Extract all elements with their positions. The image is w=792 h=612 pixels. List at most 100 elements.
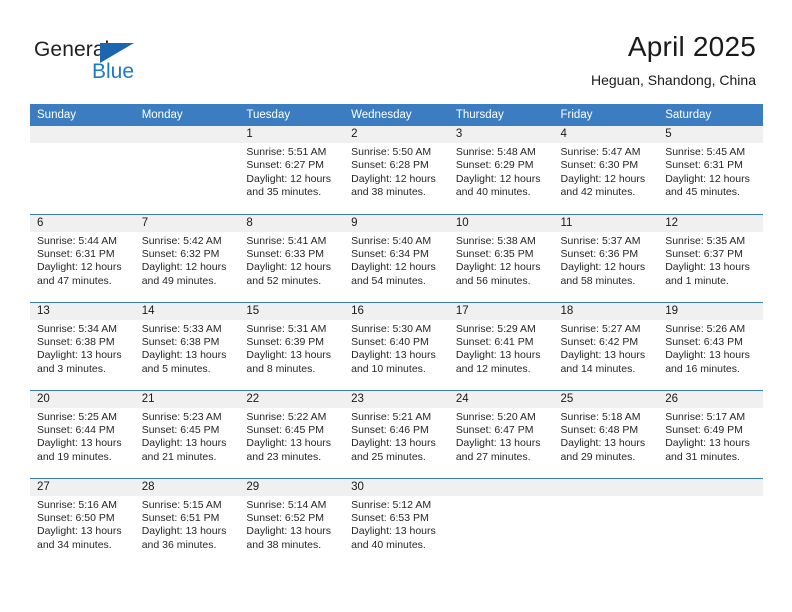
calendar-day-cell[interactable]: 26 Sunrise: 5:17 AM Sunset: 6:49 PM Dayligh… [658, 389, 763, 478]
daylight-text-line2: and 21 minutes. [141, 450, 217, 463]
day-number: 1 [239, 126, 345, 143]
day-number: 3 [448, 126, 554, 143]
day-details: Sunrise: 5:12 AM Sunset: 6:53 PM Daylight:… [344, 496, 449, 553]
calendar-day-cell[interactable]: 14 Sunrise: 5:33 AM Sunset: 6:38 PM Dayligh… [134, 301, 240, 390]
day-details: Sunrise: 5:40 AM Sunset: 6:34 PM Daylight:… [344, 232, 449, 289]
sunset-text: Sunset: 6:53 PM [351, 511, 429, 524]
daylight-text-line1: Daylight: 13 hours [455, 349, 541, 362]
daylight-text-line1: Daylight: 13 hours [246, 437, 332, 450]
calendar-day-cell[interactable]: 7 Sunrise: 5:42 AM Sunset: 6:32 PM Daylight… [134, 213, 240, 302]
day-number: 15 [239, 302, 345, 320]
weekday-header-friday: Friday [553, 104, 659, 126]
day-details: Sunrise: 5:26 AM Sunset: 6:43 PM Daylight:… [658, 320, 763, 377]
day-number: 8 [239, 214, 345, 232]
day-details: Sunrise: 5:45 AM Sunset: 6:31 PM Daylight:… [658, 143, 763, 200]
calendar-day-cell[interactable]: 18 Sunrise: 5:27 AM Sunset: 6:42 PM Dayligh… [553, 301, 659, 390]
sunset-text: Sunset: 6:28 PM [351, 159, 429, 172]
calendar-day-cell[interactable]: 23 Sunrise: 5:21 AM Sunset: 6:46 PM Dayligh… [344, 389, 449, 478]
sunrise-text: Sunrise: 5:27 AM [560, 322, 641, 335]
sunset-text: Sunset: 6:35 PM [455, 247, 534, 260]
daylight-text-line2: and 40 minutes. [455, 186, 531, 199]
sunset-text: Sunset: 6:44 PM [37, 423, 115, 436]
calendar-day-cell[interactable]: 1 Sunrise: 5:51 AM Sunset: 6:27 PM Daylight… [239, 126, 345, 214]
day-number: 21 [134, 390, 240, 408]
day-details: Sunrise: 5:41 AM Sunset: 6:33 PM Daylight:… [239, 232, 344, 289]
day-details: Sunrise: 5:47 AM Sunset: 6:30 PM Daylight:… [554, 143, 659, 200]
calendar-day-cell[interactable]: 29 Sunrise: 5:14 AM Sunset: 6:52 PM Dayligh… [239, 477, 345, 566]
calendar-day-cell[interactable]: 5 Sunrise: 5:45 AM Sunset: 6:31 PM Daylight… [658, 126, 763, 214]
weekday-header-sunday: Sunday [30, 104, 135, 126]
day-details: Sunrise: 5:44 AM Sunset: 6:31 PM Daylight:… [30, 232, 135, 289]
daylight-text-line2: and 35 minutes. [246, 186, 322, 199]
day-number: 10 [448, 214, 554, 232]
sunrise-text: Sunrise: 5:35 AM [665, 234, 746, 247]
sunset-text: Sunset: 6:37 PM [665, 247, 743, 260]
sunrise-text: Sunrise: 5:34 AM [37, 322, 117, 335]
daylight-text-line1: Daylight: 12 hours [141, 261, 227, 274]
daylight-text-line1: Daylight: 12 hours [351, 261, 436, 274]
daylight-text-line2: and 31 minutes. [665, 450, 740, 463]
day-number: 14 [134, 302, 240, 320]
daylight-text-line1: Daylight: 12 hours [455, 261, 541, 274]
sunrise-text: Sunrise: 5:50 AM [351, 146, 432, 158]
calendar-day-cell[interactable]: 24 Sunrise: 5:20 AM Sunset: 6:47 PM Dayligh… [448, 389, 554, 478]
sunset-text: Sunset: 6:38 PM [141, 335, 220, 348]
sunset-text: Sunset: 6:43 PM [665, 335, 743, 348]
calendar-day-cell[interactable]: 3 Sunrise: 5:48 AM Sunset: 6:29 PM Daylight… [448, 126, 554, 214]
day-number: 2 [344, 126, 449, 143]
calendar-day-cell[interactable]: 16 Sunrise: 5:30 AM Sunset: 6:40 PM Dayligh… [344, 301, 449, 390]
day-number: 25 [553, 390, 659, 408]
sunrise-text: Sunrise: 5:15 AM [141, 498, 222, 511]
sunset-text: Sunset: 6:31 PM [665, 159, 743, 172]
daylight-text-line1: Daylight: 13 hours [141, 349, 227, 362]
sunrise-text: Sunrise: 5:48 AM [455, 146, 536, 158]
day-number [448, 478, 554, 496]
calendar-day-cell[interactable]: 30 Sunrise: 5:12 AM Sunset: 6:53 PM Dayligh… [344, 477, 449, 566]
title-block: April 2025 Heguan, Shandong, China [591, 30, 756, 90]
day-number [553, 478, 659, 496]
day-details: Sunrise: 5:18 AM Sunset: 6:48 PM Daylight:… [554, 408, 659, 465]
day-details: Sunrise: 5:25 AM Sunset: 6:44 PM Daylight:… [30, 408, 135, 465]
daylight-text-line1: Daylight: 13 hours [351, 349, 436, 362]
page-subtitle: Heguan, Shandong, China [590, 72, 756, 88]
daylight-text-line2: and 38 minutes. [246, 538, 322, 551]
daylight-text-line2: and 40 minutes. [351, 538, 426, 551]
day-details: Sunrise: 5:21 AM Sunset: 6:46 PM Daylight:… [344, 408, 449, 465]
brand-logo[interactable]: General Blue [34, 38, 154, 86]
calendar-day-cell[interactable]: 11 Sunrise: 5:37 AM Sunset: 6:36 PM Dayligh… [553, 213, 659, 302]
day-details: Sunrise: 5:37 AM Sunset: 6:36 PM Daylight:… [554, 232, 659, 289]
calendar-day-cell[interactable]: 6 Sunrise: 5:44 AM Sunset: 6:31 PM Daylight… [30, 213, 135, 302]
daylight-text-line2: and 45 minutes. [665, 186, 740, 199]
calendar-day-cell[interactable]: 4 Sunrise: 5:47 AM Sunset: 6:30 PM Daylight… [553, 126, 659, 214]
sunset-text: Sunset: 6:48 PM [560, 423, 639, 436]
daylight-text-line1: Daylight: 13 hours [141, 525, 227, 538]
daylight-text-line1: Daylight: 13 hours [37, 437, 122, 450]
calendar-day-cell[interactable]: 17 Sunrise: 5:29 AM Sunset: 6:41 PM Dayligh… [448, 301, 554, 390]
daylight-text-line1: Daylight: 12 hours [665, 172, 750, 185]
calendar-day-cell[interactable]: 25 Sunrise: 5:18 AM Sunset: 6:48 PM Dayligh… [553, 389, 659, 478]
sunrise-text: Sunrise: 5:22 AM [246, 410, 327, 423]
day-number: 9 [344, 214, 449, 232]
calendar-day-cell[interactable]: 12 Sunrise: 5:35 AM Sunset: 6:37 PM Dayligh… [658, 213, 763, 302]
calendar-week-row: 20 Sunrise: 5:25 AM Sunset: 6:44 PM Dayligh… [30, 389, 763, 478]
daylight-text-line2: and 42 minutes. [560, 186, 636, 199]
calendar-day-cell[interactable]: 21 Sunrise: 5:23 AM Sunset: 6:45 PM Dayligh… [134, 389, 240, 478]
calendar-day-cell[interactable]: 13 Sunrise: 5:34 AM Sunset: 6:38 PM Dayligh… [30, 301, 135, 390]
calendar-day-cell[interactable]: 19 Sunrise: 5:26 AM Sunset: 6:43 PM Dayligh… [658, 301, 763, 390]
day-details: Sunrise: 5:16 AM Sunset: 6:50 PM Daylight:… [30, 496, 135, 553]
calendar-day-cell[interactable]: 27 Sunrise: 5:16 AM Sunset: 6:50 PM Dayligh… [30, 477, 135, 566]
day-number: 16 [344, 302, 449, 320]
calendar-day-cell[interactable]: 2 Sunrise: 5:50 AM Sunset: 6:28 PM Daylight… [344, 126, 449, 214]
calendar-day-cell[interactable]: 15 Sunrise: 5:31 AM Sunset: 6:39 PM Dayligh… [239, 301, 345, 390]
calendar-day-cell[interactable]: 20 Sunrise: 5:25 AM Sunset: 6:44 PM Dayligh… [30, 389, 135, 478]
calendar-day-cell[interactable]: 10 Sunrise: 5:38 AM Sunset: 6:35 PM Dayligh… [448, 213, 554, 302]
daylight-text-line2: and 25 minutes. [351, 450, 426, 463]
calendar-week-row: 13 Sunrise: 5:34 AM Sunset: 6:38 PM Dayligh… [30, 301, 763, 390]
day-number: 19 [658, 302, 763, 320]
sunrise-text: Sunrise: 5:30 AM [351, 322, 432, 335]
calendar-day-cell[interactable]: 8 Sunrise: 5:41 AM Sunset: 6:33 PM Daylight… [239, 213, 345, 302]
sunset-text: Sunset: 6:33 PM [246, 247, 325, 260]
calendar-day-cell[interactable]: 28 Sunrise: 5:15 AM Sunset: 6:51 PM Dayligh… [134, 477, 240, 566]
calendar-day-cell[interactable]: 9 Sunrise: 5:40 AM Sunset: 6:34 PM Daylight… [344, 213, 449, 302]
calendar-day-cell[interactable]: 22 Sunrise: 5:22 AM Sunset: 6:45 PM Dayligh… [239, 389, 345, 478]
